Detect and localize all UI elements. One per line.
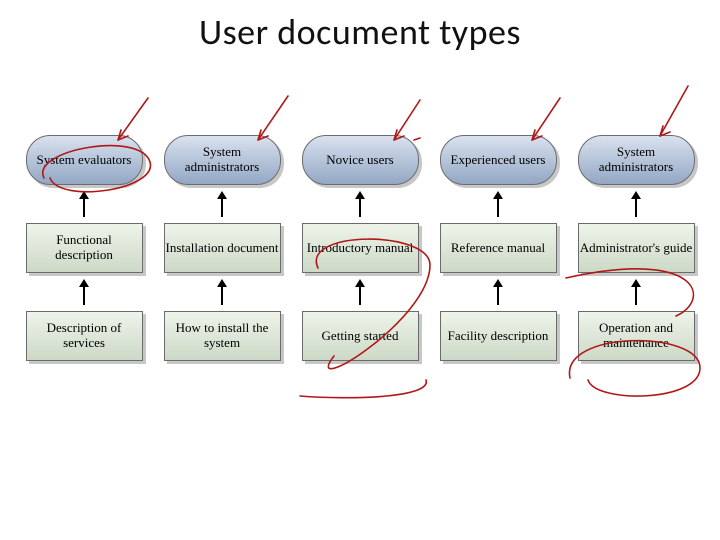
purpose-box: Getting started <box>302 311 419 361</box>
column-1: System administrators Installation docum… <box>162 135 282 361</box>
document-box: Installation document <box>164 223 281 273</box>
column-2: Novice users Introductory manual Getting… <box>300 135 420 361</box>
tick-arrow-icon <box>258 96 288 140</box>
column-4: System administrators Administrator's gu… <box>576 135 696 361</box>
audience-pill: Experienced users <box>440 135 557 185</box>
tick-arrow-icon <box>532 98 560 140</box>
document-box: Functional description <box>26 223 143 273</box>
audience-pill: System administrators <box>578 135 695 185</box>
columns: System evaluators Functional description… <box>24 135 696 361</box>
document-box: Introductory manual <box>302 223 419 273</box>
circle-annotation-icon <box>300 380 426 398</box>
audience-pill: System evaluators <box>26 135 143 185</box>
purpose-box: How to install the system <box>164 311 281 361</box>
audience-pill: System administrators <box>164 135 281 185</box>
purpose-box: Operation and maintenance <box>578 311 695 361</box>
tick-arrow-icon <box>660 86 688 136</box>
purpose-box: Description of services <box>26 311 143 361</box>
tick-arrow-icon <box>394 100 420 140</box>
document-box: Administrator's guide <box>578 223 695 273</box>
column-0: System evaluators Functional description… <box>24 135 144 361</box>
document-box: Reference manual <box>440 223 557 273</box>
page-title: User document types <box>0 10 720 54</box>
diagram: System evaluators Functional description… <box>24 135 696 361</box>
column-3: Experienced users Reference manual Facil… <box>438 135 558 361</box>
audience-pill: Novice users <box>302 135 419 185</box>
purpose-box: Facility description <box>440 311 557 361</box>
tick-arrow-icon <box>118 98 148 140</box>
